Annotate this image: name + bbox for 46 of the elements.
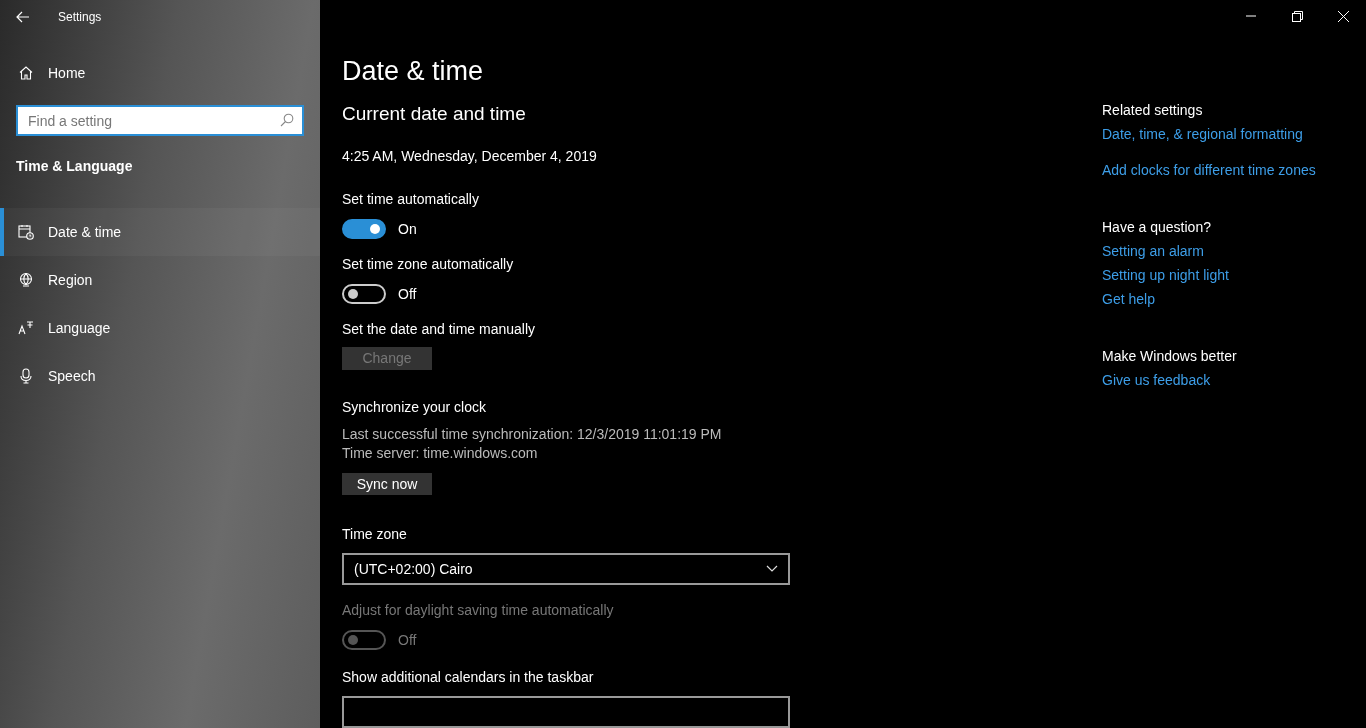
home-icon	[18, 65, 34, 81]
chevron-down-icon	[766, 565, 778, 573]
nav-item[interactable]: Date & time	[0, 208, 320, 256]
calendar-clock-icon	[18, 224, 34, 240]
help-link[interactable]: Setting an alarm	[1102, 243, 1204, 259]
setting-label: Set the date and time manually	[342, 320, 535, 339]
toggle-switch[interactable]	[342, 219, 386, 239]
nav-item[interactable]: Language	[0, 304, 320, 352]
microphone-icon	[18, 368, 34, 384]
section-heading: Current date and time	[342, 103, 526, 125]
setting-label: Synchronize your clock	[342, 397, 486, 417]
nav-item[interactable]: Region	[0, 256, 320, 304]
home-link[interactable]: Home	[18, 55, 86, 91]
help-link[interactable]: Date, time, & regional formatting	[1102, 126, 1303, 142]
setting-label: Adjust for daylight saving time automatically	[342, 601, 614, 620]
search-icon	[280, 113, 294, 127]
sync-now-button[interactable]: Sync now	[342, 472, 432, 495]
group-title: Related settings	[1102, 102, 1203, 118]
toggle-state: Off	[398, 284, 417, 304]
current-datetime: 4:25 AM, Wednesday, December 4, 2019	[342, 147, 597, 166]
dropdown[interactable]	[342, 696, 790, 728]
group-title: Make Windows better	[1102, 348, 1237, 364]
search-field[interactable]: Find a setting	[16, 105, 304, 136]
setting-label: Set time zone automatically	[342, 255, 514, 274]
help-link[interactable]: Add clocks for different time zones	[1102, 162, 1316, 178]
sync-info: Last successful time synchronization: 12/3/2019 11:01:19 PM	[342, 424, 722, 444]
page-title: Date & time	[342, 56, 484, 87]
section-title: Time & Language	[16, 158, 133, 174]
dropdown[interactable]: (UTC+02:00) Cairo	[342, 553, 790, 585]
help-link[interactable]: Setting up night light	[1102, 267, 1229, 283]
setting-label: Show additional calendars in the taskbar	[342, 668, 594, 687]
toggle-state: On	[398, 219, 417, 239]
close-icon	[1337, 10, 1349, 22]
language-icon	[18, 320, 34, 336]
window-title: Settings	[58, 9, 102, 24]
restore-icon	[1291, 10, 1303, 22]
nav-item[interactable]: Speech	[0, 352, 320, 400]
sync-info: Time server: time.windows.com	[342, 443, 538, 463]
toggle-state: Off	[398, 630, 417, 650]
globe-icon	[18, 272, 34, 288]
help-link[interactable]: Get help	[1102, 291, 1155, 307]
setting-label: Set time automatically	[342, 190, 479, 209]
group-title: Have a question?	[1102, 219, 1211, 235]
back-arrow-icon[interactable]	[16, 10, 30, 23]
help-link[interactable]: Give us feedback	[1102, 372, 1211, 388]
setting-label: Time zone	[342, 525, 407, 544]
